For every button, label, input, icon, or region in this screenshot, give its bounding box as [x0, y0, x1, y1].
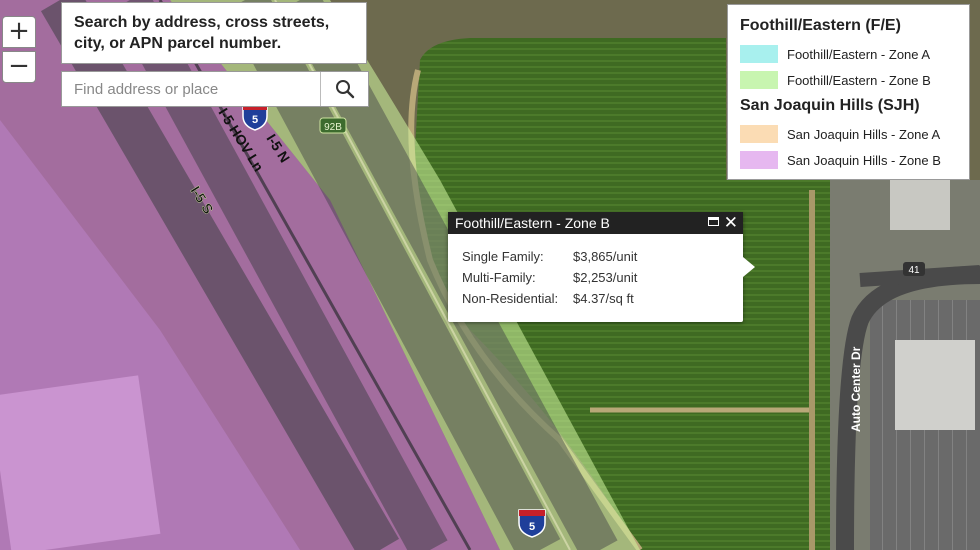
zoom-in-button[interactable]: + — [2, 16, 36, 48]
legend-swatch — [740, 71, 778, 89]
legend-item-label: San Joaquin Hills - Zone A — [787, 126, 941, 142]
search-bar — [61, 71, 369, 107]
map-legend: Foothill/Eastern (F/E) Foothill/Eastern … — [727, 4, 970, 180]
interstate-shield-top: 5 — [242, 103, 268, 131]
popup-row-label: Non-Residential: — [462, 291, 559, 306]
popup-row-label: Multi-Family: — [462, 270, 536, 285]
popup-row-value: $4.37/sq ft — [573, 291, 634, 306]
legend-swatch — [740, 151, 778, 169]
zoom-out-button[interactable]: − — [2, 51, 36, 83]
legend-item-fe-zone-b: Foothill/Eastern - Zone B — [740, 67, 957, 93]
legend-swatch — [740, 125, 778, 143]
legend-item-label: Foothill/Eastern - Zone A — [787, 46, 931, 62]
legend-item-sjh-zone-a: San Joaquin Hills - Zone A — [740, 121, 957, 147]
legend-group-title: Foothill/Eastern (F/E) — [740, 17, 901, 34]
popup-row: Non-Residential: $4.37/sq ft — [462, 288, 729, 309]
legend-item-fe-zone-a: Foothill/Eastern - Zone A — [740, 41, 957, 67]
legend-item-label: San Joaquin Hills - Zone B — [787, 152, 941, 168]
close-icon[interactable]: ✕ — [724, 212, 738, 234]
popup-row-value: $2,253/unit — [573, 270, 638, 285]
popup-header: Foothill/Eastern - Zone B ✕ — [448, 212, 743, 234]
popup-row: Multi-Family: $2,253/unit — [462, 267, 729, 288]
interstate-shield-bottom: 5 — [518, 509, 546, 538]
search-icon — [335, 80, 354, 99]
building-roof-2 — [890, 180, 950, 230]
popup-title: Foothill/Eastern - Zone B — [455, 215, 610, 231]
popup-row-label: Single Family: — [462, 249, 544, 264]
road-label-auto-center: Auto Center Dr — [849, 346, 863, 432]
legend-swatch — [740, 45, 778, 63]
exit-label-92b: 92B — [324, 122, 342, 133]
search-input[interactable] — [62, 72, 320, 106]
popup-pointer — [743, 257, 755, 277]
info-popup: Foothill/Eastern - Zone B ✕ Single Famil… — [448, 212, 755, 322]
popup-row: Single Family: $3,865/unit — [462, 246, 729, 267]
svg-text:5: 5 — [252, 114, 258, 126]
legend-item-label: Foothill/Eastern - Zone B — [787, 72, 931, 88]
building-roof — [895, 340, 975, 430]
route-41-label: 41 — [908, 265, 920, 276]
search-button[interactable] — [320, 72, 368, 106]
svg-text:5: 5 — [529, 521, 535, 533]
popup-row-value: $3,865/unit — [573, 249, 638, 264]
search-hint: Search by address, cross streets, city, … — [61, 2, 367, 64]
maximize-icon[interactable] — [708, 217, 719, 226]
popup-body: Single Family: $3,865/unit Multi-Family:… — [448, 234, 743, 321]
legend-group-title: San Joaquin Hills (SJH) — [740, 97, 920, 114]
legend-item-sjh-zone-b: San Joaquin Hills - Zone B — [740, 147, 957, 173]
